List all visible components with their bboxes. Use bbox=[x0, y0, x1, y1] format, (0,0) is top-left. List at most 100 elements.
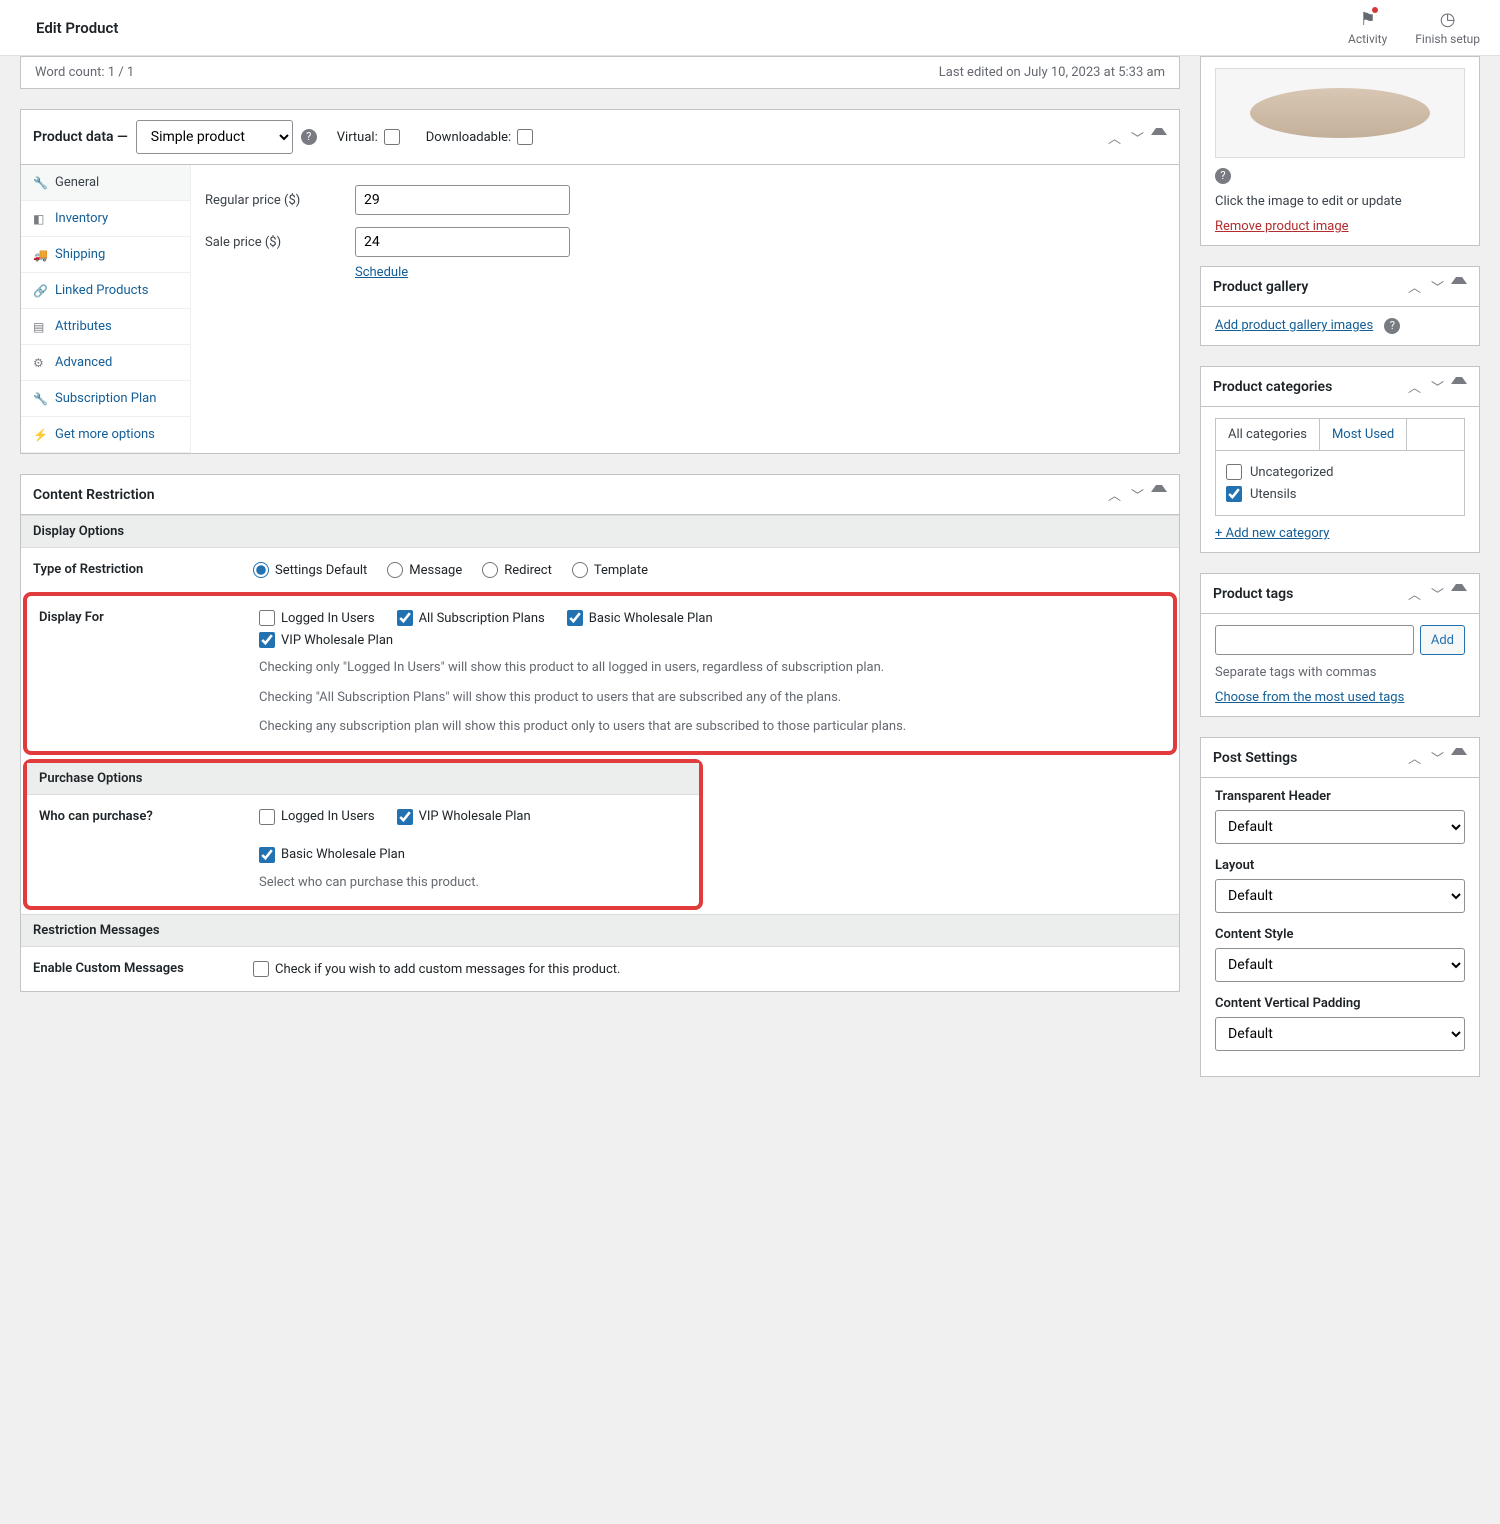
display-for-basic[interactable]: Basic Wholesale Plan bbox=[567, 610, 713, 626]
image-caption: Click the image to edit or update bbox=[1215, 194, 1465, 209]
plugin-icon: ⚡ bbox=[33, 428, 47, 442]
chevron-up-icon[interactable]: ︿ bbox=[1405, 748, 1424, 767]
chevron-down-icon[interactable]: ﹀ bbox=[1428, 277, 1447, 296]
chevron-down-icon[interactable]: ﹀ bbox=[1428, 748, 1447, 767]
add-tag-button[interactable]: Add bbox=[1420, 625, 1465, 655]
truck-icon: 🚚 bbox=[33, 248, 47, 262]
collapse-icon[interactable] bbox=[1451, 277, 1467, 284]
tab-inventory[interactable]: ◧Inventory bbox=[21, 201, 190, 237]
enable-custom-messages-label: Enable Custom Messages bbox=[33, 961, 233, 977]
gear-icon: ⚙ bbox=[33, 356, 47, 370]
who-can-purchase-label: Who can purchase? bbox=[39, 809, 239, 893]
tab-get-more-options[interactable]: ⚡Get more options bbox=[21, 417, 190, 453]
display-options-header: Display Options bbox=[21, 515, 1179, 548]
categories-title: Product categories bbox=[1213, 379, 1332, 395]
display-for-vip[interactable]: VIP Wholesale Plan bbox=[259, 632, 393, 648]
topbar: Edit Product ⚑ Activity ◷ Finish setup bbox=[0, 0, 1500, 56]
schedule-link[interactable]: Schedule bbox=[355, 265, 408, 280]
chevron-up-icon[interactable]: ︿ bbox=[1405, 584, 1424, 603]
word-count: Word count: 1 / 1 bbox=[35, 65, 134, 80]
help-icon[interactable]: ? bbox=[1215, 168, 1231, 184]
finish-setup-button[interactable]: ◷ Finish setup bbox=[1415, 9, 1480, 46]
activity-button[interactable]: ⚑ Activity bbox=[1348, 9, 1387, 46]
tab-general[interactable]: 🔧General bbox=[21, 165, 190, 201]
tags-hint: Separate tags with commas bbox=[1215, 665, 1465, 680]
restriction-type-message[interactable]: Message bbox=[387, 562, 462, 578]
sale-price-label: Sale price ($) bbox=[205, 235, 355, 250]
type-of-restriction-label: Type of Restriction bbox=[33, 562, 233, 578]
product-image[interactable] bbox=[1215, 68, 1465, 158]
add-gallery-link[interactable]: Add product gallery images bbox=[1215, 318, 1373, 333]
display-for-help-2: Checking "All Subscription Plans" will s… bbox=[259, 688, 1161, 708]
clock-icon: ◷ bbox=[1440, 9, 1456, 30]
tab-linked-products[interactable]: 🔗Linked Products bbox=[21, 273, 190, 309]
chevron-up-icon[interactable]: ︿ bbox=[1405, 377, 1424, 396]
content-style-select[interactable]: Default bbox=[1215, 948, 1465, 982]
chevron-up-icon[interactable]: ︿ bbox=[1105, 485, 1124, 504]
collapse-icon[interactable] bbox=[1451, 584, 1467, 591]
purchase-basic[interactable]: Basic Wholesale Plan bbox=[259, 847, 405, 863]
product-type-select[interactable]: Simple product bbox=[136, 120, 293, 154]
chevron-down-icon[interactable]: ﹀ bbox=[1128, 485, 1147, 504]
choose-used-tags-link[interactable]: Choose from the most used tags bbox=[1215, 690, 1404, 705]
chevron-down-icon[interactable]: ﹀ bbox=[1428, 377, 1447, 396]
product-data-panel: Product data — Simple product ? Virtual:… bbox=[20, 109, 1180, 454]
last-edited: Last edited on July 10, 2023 at 5:33 am bbox=[939, 65, 1165, 80]
chevron-up-icon[interactable]: ︿ bbox=[1105, 128, 1124, 147]
transparent-header-select[interactable]: Default bbox=[1215, 810, 1465, 844]
restriction-type-default[interactable]: Settings Default bbox=[253, 562, 367, 578]
virtual-toggle[interactable]: Virtual: bbox=[337, 129, 400, 145]
regular-price-input[interactable] bbox=[355, 185, 570, 215]
activity-label: Activity bbox=[1348, 32, 1387, 46]
post-settings-panel: Post Settings ︿﹀ Transparent Header Defa… bbox=[1200, 737, 1480, 1077]
add-category-link[interactable]: + Add new category bbox=[1215, 526, 1329, 541]
gallery-title: Product gallery bbox=[1213, 279, 1308, 295]
tab-all-categories[interactable]: All categories bbox=[1216, 419, 1320, 450]
purchase-vip[interactable]: VIP Wholesale Plan bbox=[397, 809, 531, 825]
layout-select[interactable]: Default bbox=[1215, 879, 1465, 913]
purchase-logged-in[interactable]: Logged In Users bbox=[259, 809, 375, 825]
tab-subscription-plan[interactable]: 🔧Subscription Plan bbox=[21, 381, 190, 417]
transparent-header-label: Transparent Header bbox=[1215, 789, 1465, 804]
category-utensils[interactable]: Utensils bbox=[1226, 483, 1454, 505]
display-for-all-plans[interactable]: All Subscription Plans bbox=[397, 610, 545, 626]
tab-advanced[interactable]: ⚙Advanced bbox=[21, 345, 190, 381]
chevron-down-icon[interactable]: ﹀ bbox=[1428, 584, 1447, 603]
downloadable-toggle[interactable]: Downloadable: bbox=[426, 129, 533, 145]
remove-image-link[interactable]: Remove product image bbox=[1215, 219, 1349, 234]
display-for-help-1: Checking only "Logged In Users" will sho… bbox=[259, 658, 1161, 678]
content-padding-select[interactable]: Default bbox=[1215, 1017, 1465, 1051]
product-tags-panel: Product tags ︿﹀ Add Separate tags with c… bbox=[1200, 573, 1480, 717]
content-padding-label: Content Vertical Padding bbox=[1215, 996, 1465, 1011]
wrench-icon: 🔧 bbox=[33, 392, 47, 406]
virtual-checkbox[interactable] bbox=[384, 129, 400, 145]
chevron-up-icon[interactable]: ︿ bbox=[1405, 277, 1424, 296]
restriction-type-template[interactable]: Template bbox=[572, 562, 648, 578]
help-icon[interactable]: ? bbox=[1384, 318, 1400, 334]
enable-custom-messages-check[interactable]: Check if you wish to add custom messages… bbox=[253, 961, 1167, 977]
display-for-logged-in[interactable]: Logged In Users bbox=[259, 610, 375, 626]
collapse-icon[interactable] bbox=[1151, 485, 1167, 492]
collapse-icon[interactable] bbox=[1451, 377, 1467, 384]
tab-attributes[interactable]: ▤Attributes bbox=[21, 309, 190, 345]
tags-title: Product tags bbox=[1213, 586, 1293, 602]
restriction-messages-header: Restriction Messages bbox=[21, 914, 1179, 947]
help-icon[interactable]: ? bbox=[301, 129, 317, 145]
purchase-options-header: Purchase Options bbox=[27, 763, 699, 795]
downloadable-checkbox[interactable] bbox=[517, 129, 533, 145]
chevron-down-icon[interactable]: ﹀ bbox=[1128, 128, 1147, 147]
category-uncategorized[interactable]: Uncategorized bbox=[1226, 461, 1454, 483]
collapse-icon[interactable] bbox=[1151, 128, 1167, 135]
regular-price-label: Regular price ($) bbox=[205, 193, 355, 208]
finish-label: Finish setup bbox=[1415, 32, 1480, 46]
tab-shipping[interactable]: 🚚Shipping bbox=[21, 237, 190, 273]
inventory-icon: ◧ bbox=[33, 212, 47, 226]
tab-most-used[interactable]: Most Used bbox=[1320, 419, 1407, 450]
restriction-type-redirect[interactable]: Redirect bbox=[482, 562, 552, 578]
tag-input[interactable] bbox=[1215, 625, 1414, 655]
post-settings-title: Post Settings bbox=[1213, 750, 1297, 766]
list-icon: ▤ bbox=[33, 320, 47, 334]
sale-price-input[interactable] bbox=[355, 227, 570, 257]
collapse-icon[interactable] bbox=[1451, 748, 1467, 755]
product-data-tabs: 🔧General ◧Inventory 🚚Shipping 🔗Linked Pr… bbox=[21, 165, 191, 453]
